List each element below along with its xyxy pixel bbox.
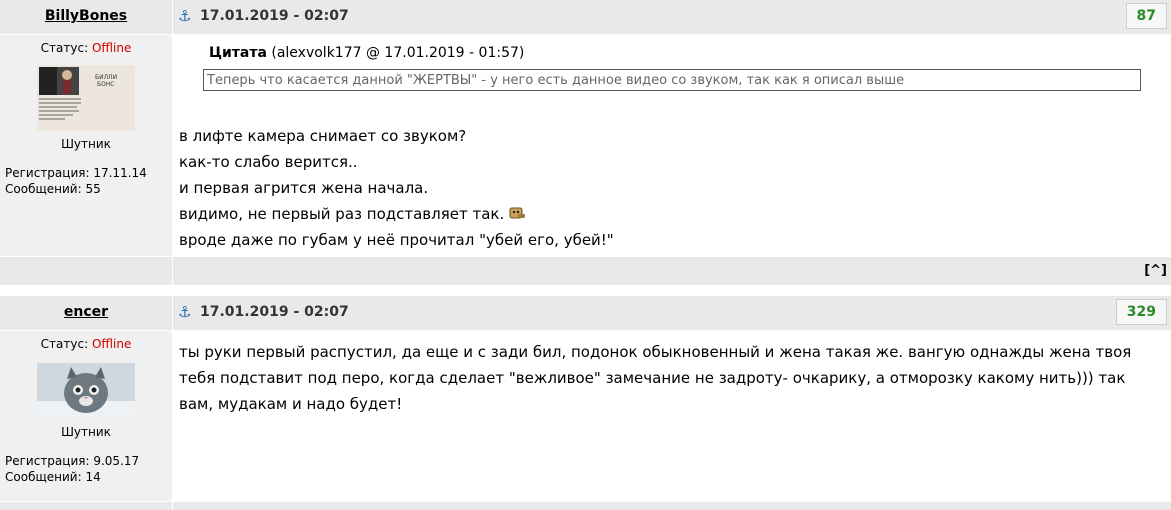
post-content: ты руки первый распустил, да еще и с зад… [173, 331, 1171, 501]
post-text: в лифте камера снимает со звуком? как-то… [179, 123, 614, 253]
reg-date: 17.11.14 [93, 166, 147, 180]
author-cell: encer [0, 296, 172, 330]
author-link[interactable]: BillyBones [45, 8, 127, 24]
anchor-icon[interactable]: ⚓ [178, 303, 191, 321]
footer-left [0, 502, 172, 510]
post-line: как-то слабо верится.. [179, 153, 358, 171]
rating-badge[interactable]: 329 [1115, 299, 1167, 325]
footer-left [0, 257, 172, 285]
user-meta: Регистрация: 17.11.14 Сообщений: 55 [5, 165, 172, 197]
post-date: 17.01.2019 - 02:07 [200, 304, 349, 320]
svg-text:БОНС: БОНС [97, 81, 115, 88]
quote-meta: (alexvolk177 @ 17.01.2019 - 01:57) [271, 45, 525, 61]
status-label: Статус: [40, 41, 89, 55]
reg-label: Регистрация: [5, 166, 90, 180]
post-line: видимо, не первый раз подставляет так. [179, 205, 505, 223]
msgs-count: 14 [85, 470, 101, 484]
status-line: Статус: Offline [0, 41, 172, 55]
post-header: encer ⚓ 17.01.2019 - 02:07 329 [0, 296, 1171, 330]
author-cell: BillyBones [0, 0, 172, 34]
post-header: BillyBones ⚓ 17.01.2019 - 02:07 87 [0, 0, 1171, 34]
user-sidebar: Статус: Offline БИЛЛИ БОНС Шутник Регист… [0, 35, 172, 256]
post-content: Цитата (alexvolk177 @ 17.01.2019 - 01:57… [173, 35, 1171, 256]
reg-label: Регистрация: [5, 454, 90, 468]
post-date: 17.01.2019 - 02:07 [200, 8, 349, 24]
user-rank: Шутник [61, 425, 111, 439]
footer-right: [^] [173, 257, 1171, 285]
post-footer [0, 502, 1171, 510]
svg-text:БИЛЛИ: БИЛЛИ [95, 74, 117, 81]
thinking-emoji-icon [508, 203, 526, 219]
post-meta: ⚓ 17.01.2019 - 02:07 87 [173, 0, 1171, 34]
status-label: Статус: [40, 337, 89, 351]
quote-header: Цитата (alexvolk177 @ 17.01.2019 - 01:57… [209, 45, 524, 61]
post-body-row: Статус: Offline БИЛЛИ БОНС Шутник Регист… [0, 35, 1171, 256]
status-value: Offline [91, 337, 132, 351]
msgs-label: Сообщений: [5, 182, 82, 196]
quote-title: Цитата [209, 45, 267, 61]
post-line-with-emoji: видимо, не первый раз подставляет так. [179, 201, 614, 227]
post-text: ты руки первый распустил, да еще и с зад… [179, 343, 1132, 413]
forum-thread: BillyBones ⚓ 17.01.2019 - 02:07 87 Стату… [0, 0, 1171, 510]
post-line: и первая агрится жена начала. [179, 179, 429, 197]
user-meta: Регистрация: 9.05.17 Сообщений: 14 [5, 453, 172, 485]
msgs-label: Сообщений: [5, 470, 82, 484]
anchor-icon[interactable]: ⚓ [178, 7, 191, 25]
user-rank: Шутник [61, 137, 111, 151]
status-line: Статус: Offline [0, 337, 172, 351]
status-value: Offline [91, 41, 132, 55]
msgs-count: 55 [85, 182, 101, 196]
quote-box: Теперь что касается данной "ЖЕРТВЫ" - у … [203, 69, 1141, 91]
back-to-top-link[interactable]: [^] [1144, 263, 1167, 278]
author-link[interactable]: encer [64, 304, 108, 320]
footer-right [173, 502, 1171, 510]
post-footer: [^] [0, 257, 1171, 285]
post-body-row: Статус: Offline Шутник Регистрация: 9.05… [0, 331, 1171, 501]
post-line: вроде даже по губам у неё прочитал "убей… [179, 231, 614, 249]
reg-date: 9.05.17 [93, 454, 140, 468]
avatar[interactable] [37, 363, 135, 419]
avatar[interactable]: БИЛЛИ БОНС [37, 65, 135, 131]
post-line: в лифте камера снимает со звуком? [179, 127, 467, 145]
user-sidebar: Статус: Offline Шутник Регистрация: 9.05… [0, 331, 172, 501]
rating-badge[interactable]: 87 [1125, 3, 1167, 29]
post-meta: ⚓ 17.01.2019 - 02:07 329 [173, 296, 1171, 330]
